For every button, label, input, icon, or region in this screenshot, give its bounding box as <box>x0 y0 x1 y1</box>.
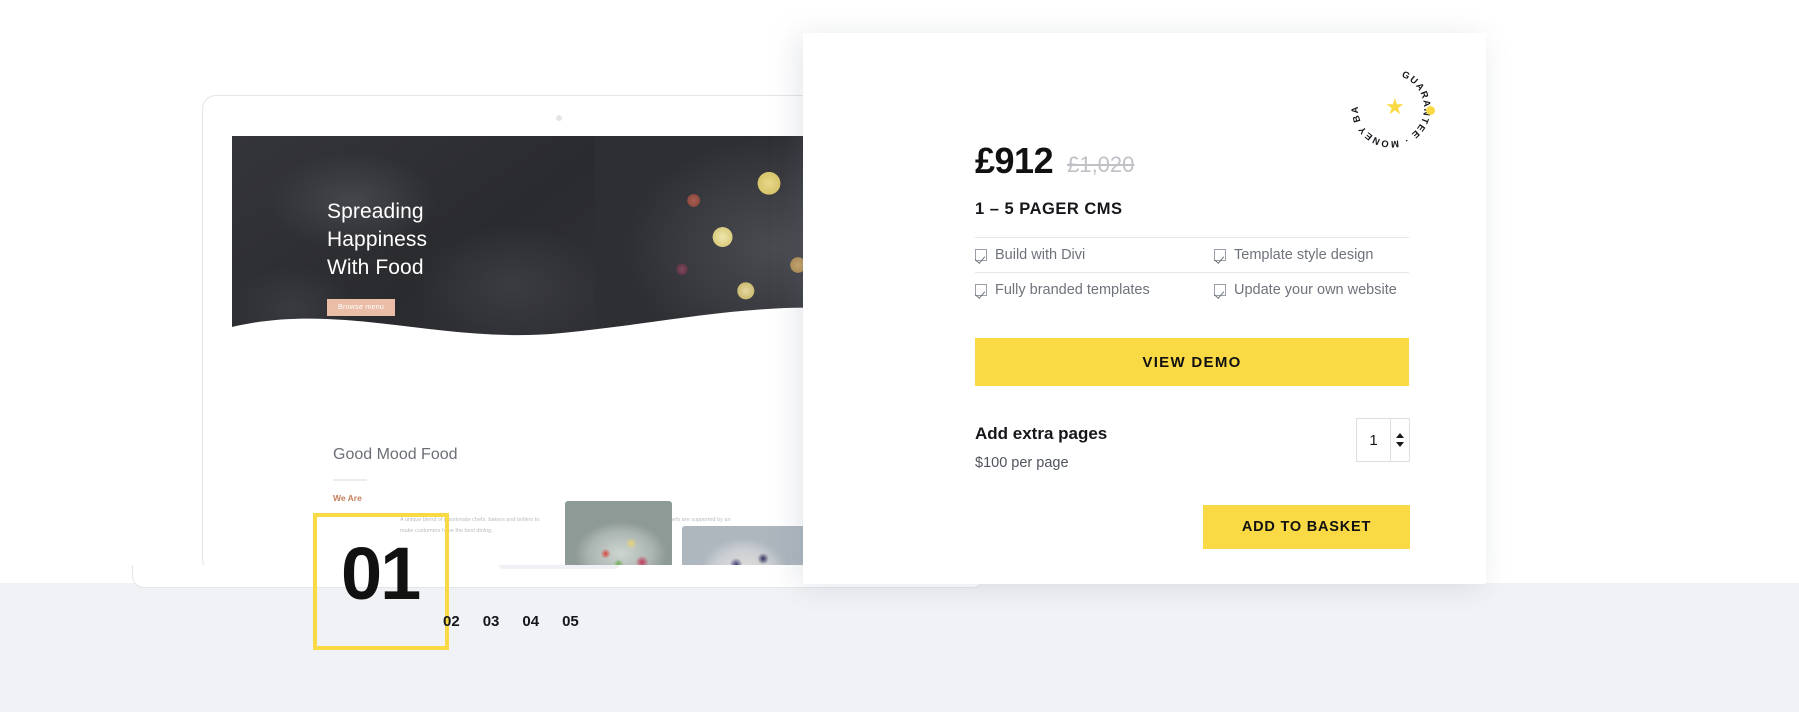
feature-label: Update your own website <box>1234 282 1397 298</box>
pagination-item[interactable]: 03 <box>483 613 500 630</box>
feature-label: Build with Divi <box>995 247 1086 263</box>
pagination-item[interactable]: 05 <box>562 613 579 630</box>
pagination-item-active[interactable]: 01 <box>341 537 421 611</box>
page-root: Spreading Happiness With Food Browse menu … <box>0 0 1799 712</box>
background-band <box>0 583 1799 712</box>
feature-label: Template style design <box>1234 247 1374 263</box>
product-subtitle: 1 – 5 PAGER CMS <box>975 200 1123 218</box>
view-demo-button[interactable]: VIEW DEMO <box>975 338 1409 386</box>
quantity-arrows <box>1391 433 1409 447</box>
feature-item: Template style design <box>1192 237 1409 272</box>
website-hero: Spreading Happiness With Food Browse menu <box>232 136 885 351</box>
add-to-basket-button[interactable]: ADD TO BASKET <box>1203 505 1410 549</box>
section-title: Good Mood Food <box>333 446 458 463</box>
food-thumbnail <box>565 501 672 571</box>
check-icon <box>1214 284 1226 296</box>
feature-item: Fully branded templates <box>975 272 1192 307</box>
section-kicker: We Are <box>333 493 362 503</box>
section-divider <box>333 479 367 481</box>
pagination-item[interactable]: 02 <box>443 613 460 630</box>
feature-label: Fully branded templates <box>995 282 1150 298</box>
feature-list: Build with Divi Template style design Fu… <box>975 237 1409 307</box>
pagination-items: 02 03 04 05 <box>443 613 579 630</box>
stepper-up-icon[interactable] <box>1396 433 1404 438</box>
quantity-value[interactable]: 1 <box>1357 419 1391 461</box>
badge-dot <box>1426 106 1435 115</box>
check-icon <box>1214 249 1226 261</box>
add-extra-pages-label: Add extra pages <box>975 424 1108 443</box>
money-back-guarantee-badge: GUARANTEE · MONEY BACK · ★ <box>1345 62 1437 154</box>
quantity-stepper[interactable]: 1 <box>1356 418 1410 462</box>
hero-title: Spreading Happiness With Food <box>327 200 428 279</box>
laptop-screen: Spreading Happiness With Food Browse menu … <box>232 136 885 571</box>
stepper-down-icon[interactable] <box>1396 442 1404 447</box>
price-row: £912 £1,020 <box>975 143 1134 179</box>
webcam-dot <box>555 115 562 121</box>
pagination-item[interactable]: 04 <box>522 613 539 630</box>
price-original: £1,020 <box>1067 152 1135 177</box>
check-icon <box>975 284 987 296</box>
check-icon <box>975 249 987 261</box>
extra-pages-price: $100 per page <box>975 455 1069 471</box>
price-current: £912 <box>975 140 1054 181</box>
hero-wave-divider <box>232 307 885 351</box>
star-icon: ★ <box>1385 94 1405 119</box>
feature-item: Build with Divi <box>975 237 1192 272</box>
feature-item: Update your own website <box>1192 272 1409 307</box>
